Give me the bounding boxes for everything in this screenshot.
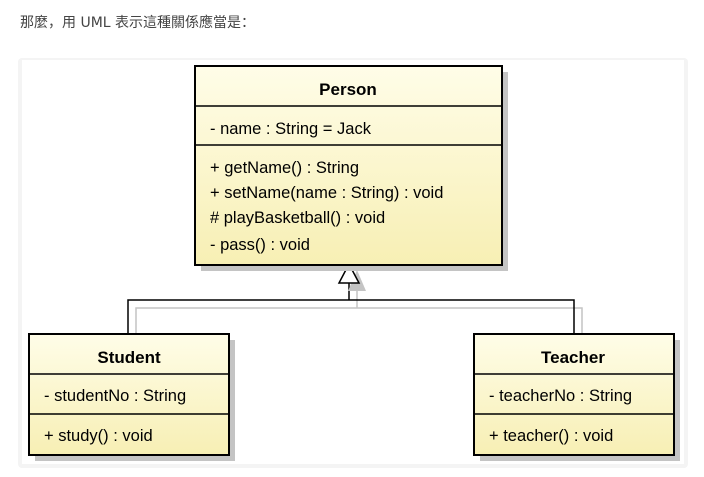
- class-student-name: Student: [97, 348, 161, 367]
- class-person-operation: - pass() : void: [210, 236, 310, 254]
- class-person-operation: + getName() : String: [210, 159, 359, 177]
- teacher-generalization-line: [349, 299, 575, 334]
- uml-class-diagram: Person - name : String = Jack + getName(…: [28, 65, 680, 461]
- class-person: Person - name : String = Jack + getName(…: [194, 65, 508, 271]
- class-teacher-attribute: - teacherNo : String: [489, 387, 632, 405]
- generalization-connectors-shadow: [135, 288, 583, 334]
- class-person-attribute: - name : String = Jack: [210, 120, 372, 138]
- class-teacher-name: Teacher: [541, 348, 605, 367]
- class-student-attribute: - studentNo : String: [44, 387, 186, 405]
- class-teacher: Teacher - teacherNo : String + teacher()…: [473, 333, 680, 461]
- class-person-name: Person: [319, 80, 377, 99]
- class-student: Student - studentNo : String + study() :…: [28, 333, 235, 461]
- class-person-operation: # playBasketball() : void: [210, 209, 385, 227]
- generalization-shadow-path: [135, 307, 583, 334]
- class-teacher-operation: + teacher() : void: [489, 427, 613, 445]
- class-student-operation: + study() : void: [44, 427, 153, 445]
- class-person-operation: + setName(name : String) : void: [210, 184, 443, 202]
- student-generalization-line: [127, 299, 349, 334]
